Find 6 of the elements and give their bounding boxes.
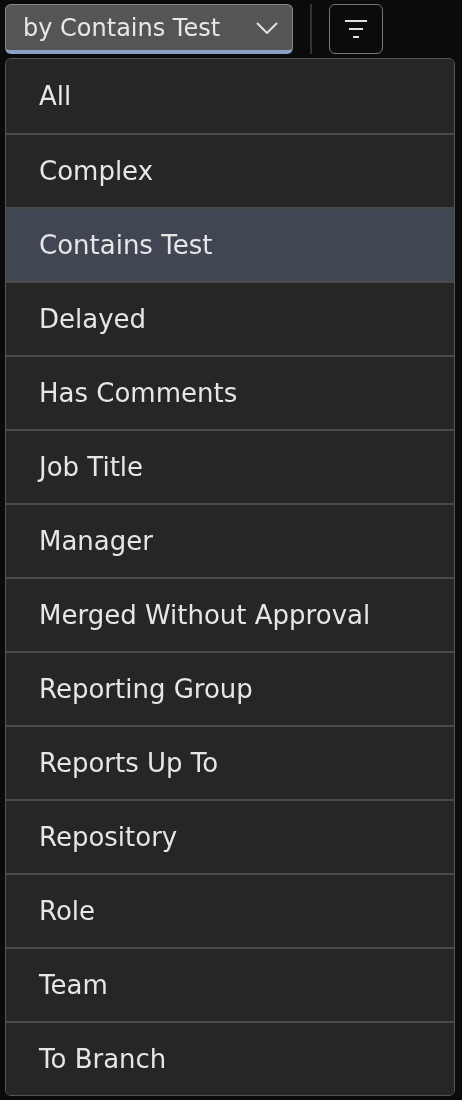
menu-item[interactable]: Contains Test bbox=[6, 207, 454, 281]
group-by-select[interactable]: by Contains Test bbox=[5, 4, 293, 54]
filter-icon bbox=[345, 19, 367, 39]
filter-button[interactable] bbox=[329, 4, 383, 54]
caret-icon bbox=[256, 21, 278, 34]
menu-item[interactable]: To Branch bbox=[6, 1021, 454, 1095]
